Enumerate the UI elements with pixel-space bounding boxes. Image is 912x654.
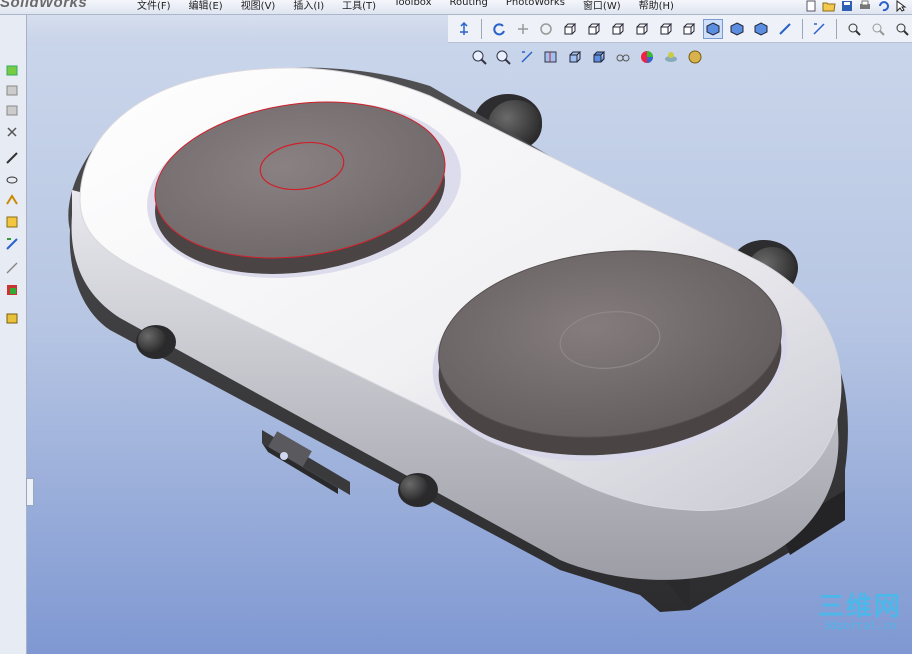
mate-icon[interactable] — [4, 193, 20, 207]
left-view-icon[interactable] — [608, 19, 628, 39]
zoom-to-area-icon[interactable] — [494, 48, 512, 66]
view-palette-icon[interactable] — [4, 283, 20, 297]
menu-view[interactable]: 视图(V) — [232, 0, 285, 12]
custom-tool-icon[interactable] — [4, 311, 20, 325]
menu-tools[interactable]: 工具(T) — [333, 0, 385, 12]
configuration-icon[interactable] — [4, 103, 20, 117]
menu-toolbox[interactable]: Toolbox — [385, 0, 441, 12]
file-explorer-icon[interactable] — [4, 261, 20, 275]
front-view-icon[interactable] — [560, 19, 580, 39]
isometric-view-icon[interactable] — [703, 18, 724, 39]
watermark-main-text: 三维网 — [817, 592, 902, 622]
menu-photoworks[interactable]: PhotoWorks — [497, 0, 574, 12]
section-view-icon[interactable] — [542, 48, 560, 66]
appearance-icon[interactable] — [4, 215, 20, 229]
dimetric-view-icon[interactable] — [751, 19, 771, 39]
menu-edit[interactable]: 编辑(E) — [180, 0, 232, 12]
back-view-icon[interactable] — [584, 19, 604, 39]
menu-help[interactable]: 帮助(H) — [630, 0, 683, 12]
sketch-icon[interactable] — [775, 19, 795, 39]
hide-show-items-icon[interactable] — [614, 48, 632, 66]
view-orientation-icon[interactable] — [566, 48, 584, 66]
edit-appearance-icon[interactable] — [638, 48, 656, 66]
view-toolbar — [448, 15, 912, 43]
open-folder-icon[interactable] — [822, 0, 836, 12]
roll-icon[interactable] — [536, 19, 556, 39]
property-manager-icon[interactable] — [4, 83, 20, 97]
menu-insert[interactable]: 插入(I) — [284, 0, 333, 12]
previous-view-icon[interactable] — [518, 48, 536, 66]
apply-scene-icon[interactable] — [662, 48, 680, 66]
new-document-icon[interactable] — [804, 0, 818, 12]
hot-plate-model[interactable] — [0, 0, 912, 654]
zoom-to-fit-icon[interactable] — [470, 48, 488, 66]
left-command-panel — [0, 15, 27, 654]
toolbar-separator — [801, 18, 803, 39]
heads-up-view-toolbar — [470, 48, 704, 66]
watermark-sub-text: 3dportal.cn — [823, 619, 897, 632]
front-knob-right — [398, 473, 438, 507]
trimetric-view-icon[interactable] — [727, 19, 747, 39]
right-view-icon[interactable] — [632, 19, 652, 39]
display-manager-icon[interactable] — [4, 151, 20, 165]
standard-quick-tools — [804, 0, 908, 12]
toolbar-separator — [480, 18, 482, 39]
view-settings-icon[interactable] — [686, 48, 704, 66]
main-menu: 文件(F) 编辑(E) 视图(V) 插入(I) 工具(T) Toolbox Ro… — [128, 0, 683, 12]
front-knob-left — [136, 325, 176, 359]
save-icon[interactable] — [840, 0, 854, 12]
zoom-area-icon[interactable] — [868, 19, 888, 39]
display-style-icon[interactable] — [590, 48, 608, 66]
feature-tree-icon[interactable] — [4, 63, 20, 77]
zoom-prev-icon[interactable] — [892, 19, 912, 39]
app-brand: SolidWorks — [0, 0, 88, 11]
zoom-fit-icon[interactable] — [844, 19, 864, 39]
normal-to-icon[interactable] — [454, 19, 474, 39]
undo-icon[interactable] — [876, 0, 890, 12]
panel-splitter-handle[interactable] — [26, 478, 34, 506]
smart-dimension-icon[interactable] — [810, 19, 830, 39]
menu-bar: SolidWorks 文件(F) 编辑(E) 视图(V) 插入(I) 工具(T)… — [0, 0, 912, 15]
top-view-icon[interactable] — [656, 19, 676, 39]
menu-file[interactable]: 文件(F) — [128, 0, 180, 12]
menu-window[interactable]: 窗口(W) — [574, 0, 630, 12]
sketch-tool-icon[interactable] — [4, 173, 20, 187]
menu-routing[interactable]: Routing — [441, 0, 497, 12]
toolbar-separator — [836, 18, 838, 39]
select-cursor-icon[interactable] — [894, 0, 908, 12]
watermark: 三维网 3dportal.cn — [818, 586, 902, 632]
bottom-view-icon[interactable] — [679, 19, 699, 39]
dimxpert-icon[interactable] — [4, 125, 20, 139]
print-icon[interactable] — [858, 0, 872, 12]
pan-icon[interactable] — [513, 19, 533, 39]
design-library-icon[interactable] — [4, 237, 20, 251]
rotate-icon[interactable] — [489, 19, 509, 39]
